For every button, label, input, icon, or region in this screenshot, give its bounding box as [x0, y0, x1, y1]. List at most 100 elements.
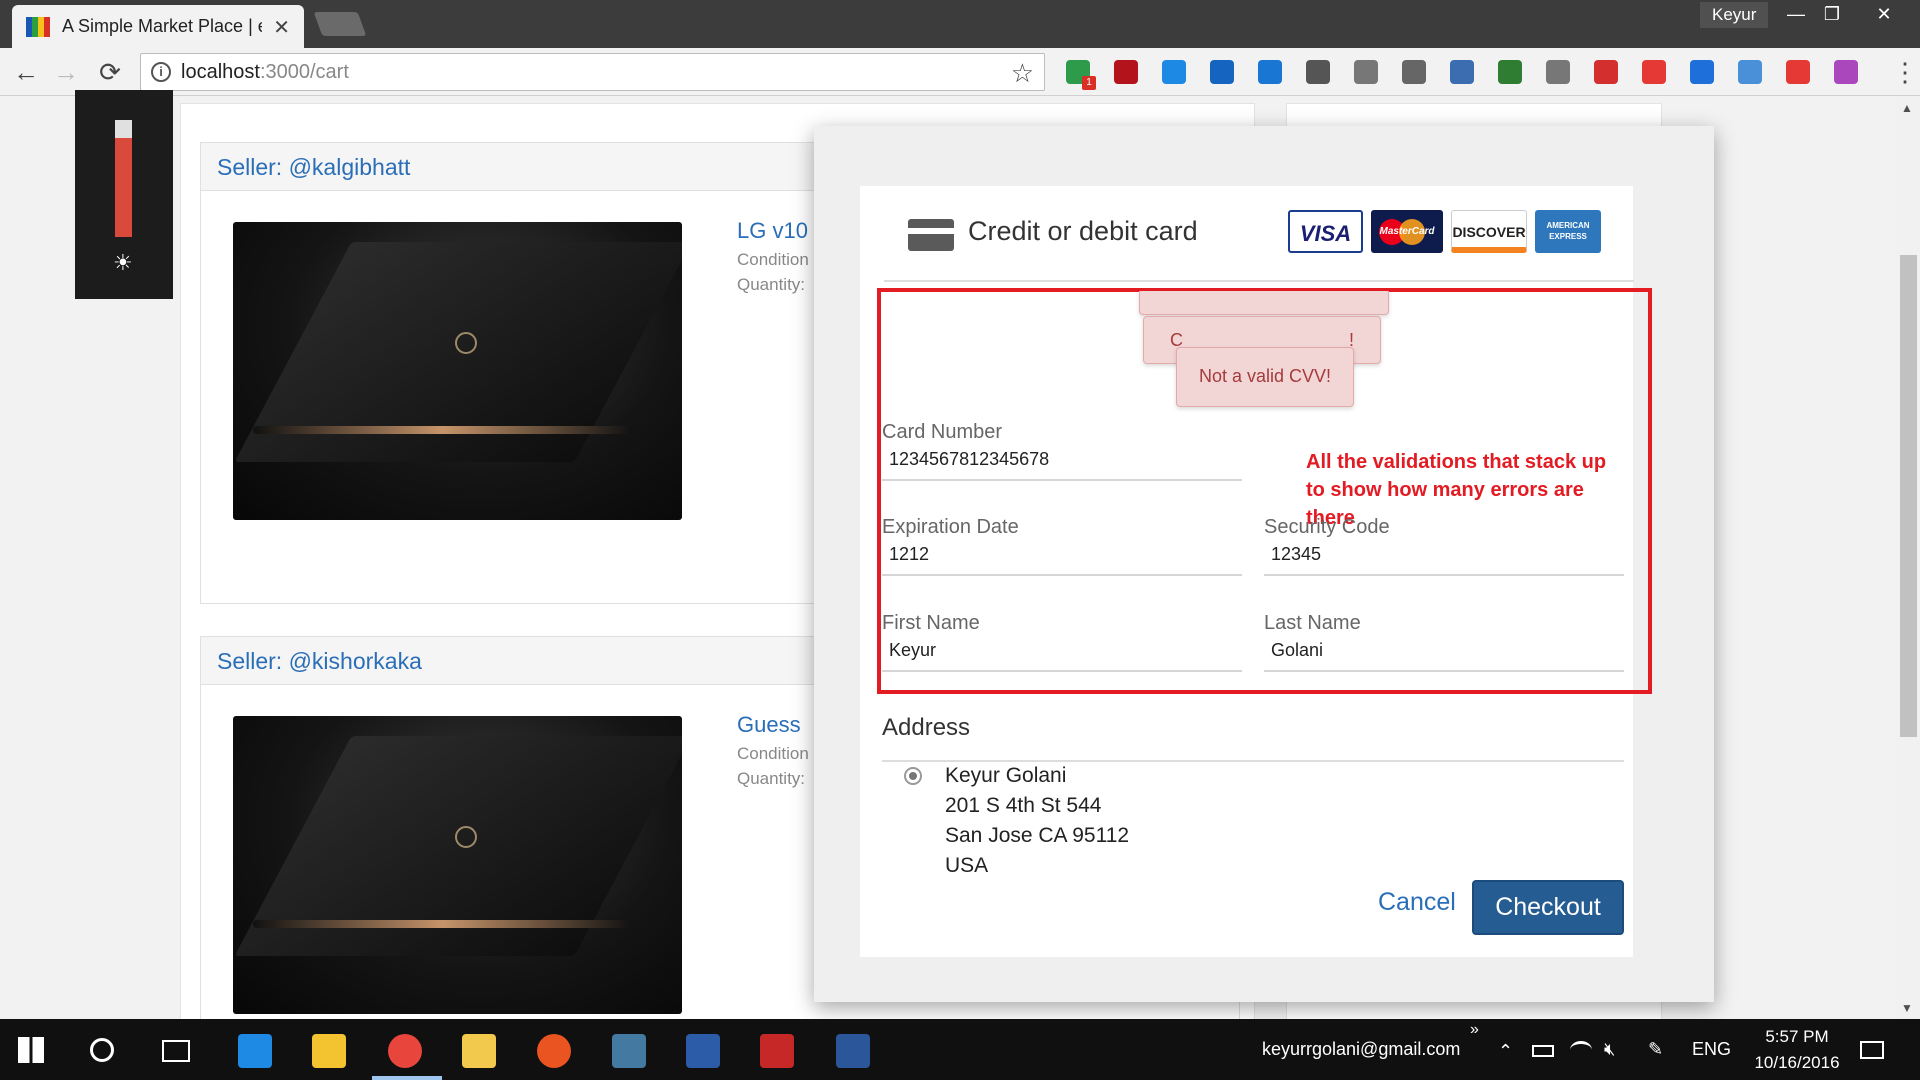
wifi-icon[interactable]	[1570, 1041, 1592, 1059]
address-line: 201 S 4th St 544	[945, 794, 1102, 817]
word-icon[interactable]	[836, 1034, 870, 1068]
card-number-input[interactable]: 1234567812345678	[889, 449, 1049, 470]
address-heading: Address	[882, 714, 971, 741]
shape-icon[interactable]	[1210, 60, 1234, 84]
bookmark-star-icon[interactable]: ☆	[1011, 58, 1034, 89]
tab-title: A Simple Market Place | e	[62, 16, 262, 36]
url-path: :3000/cart	[259, 61, 349, 83]
brightness-level	[115, 137, 132, 237]
address-line: USA	[945, 854, 989, 877]
notifications-icon[interactable]	[1860, 1041, 1884, 1059]
product-condition: Condition	[737, 744, 809, 763]
product-quantity: Quantity:	[737, 769, 806, 788]
minimize-button[interactable]: —	[1776, 0, 1816, 28]
address-bar[interactable]: i localhost:3000/cart ☆	[140, 53, 1045, 91]
window-close-button[interactable]: ✕	[1864, 0, 1904, 28]
acrobat-icon[interactable]	[760, 1034, 794, 1068]
security-code-input[interactable]: 12345	[1271, 544, 1321, 565]
toggle-icon[interactable]	[1738, 60, 1762, 84]
url-host: localhost	[181, 61, 260, 83]
address-radio[interactable]	[904, 767, 922, 785]
powershell-icon[interactable]	[686, 1034, 720, 1068]
shield-icon[interactable]	[1546, 60, 1570, 84]
star-badge-icon[interactable]	[1786, 60, 1810, 84]
windows-start-icon[interactable]	[18, 1037, 44, 1063]
first-name-underline	[882, 670, 1242, 672]
paint-icon[interactable]	[462, 1034, 496, 1068]
language-indicator[interactable]: ENG	[1692, 1039, 1731, 1060]
product-title[interactable]: LG v10	[737, 218, 808, 244]
last-name-label: Last Name	[1264, 612, 1361, 634]
header-divider	[884, 280, 1634, 282]
product-image[interactable]	[233, 222, 682, 520]
error-toast	[1139, 291, 1389, 315]
tray-email[interactable]: keyurrgolani@gmail.com	[1262, 1039, 1460, 1060]
restore-button[interactable]: ❐	[1812, 0, 1852, 28]
scroll-thumb[interactable]	[1900, 255, 1917, 737]
clock-time[interactable]: 5:57 PM	[1752, 1027, 1842, 1047]
angular-icon[interactable]	[1354, 60, 1378, 84]
ubuntu-icon[interactable]	[537, 1034, 571, 1068]
pen-tray-icon[interactable]: ✎	[1648, 1039, 1663, 1060]
browser-toolbar: ← → ⟳ i localhost:3000/cart ☆ 1 ⋮	[0, 48, 1920, 96]
page-scrollbar[interactable]: ▲ ▼	[1896, 97, 1920, 1019]
tab-close-icon[interactable]: ✕	[273, 15, 290, 40]
site-info-icon[interactable]: i	[151, 62, 171, 82]
last-name-underline	[1264, 670, 1624, 672]
chrome-menu-icon[interactable]: ⋮	[1892, 56, 1918, 88]
megaphone-icon[interactable]	[1258, 60, 1282, 84]
profile-button[interactable]: Keyur	[1700, 2, 1769, 28]
address-line: Keyur Golani	[945, 764, 1067, 787]
visa-logo: VISA	[1288, 210, 1363, 253]
forward-arrow-icon[interactable]: →	[50, 56, 82, 88]
acrobat-icon[interactable]	[1114, 60, 1138, 84]
product-image[interactable]	[233, 716, 682, 1014]
expiration-date-input[interactable]: 1212	[889, 544, 929, 565]
address-line: San Jose CA 95112	[945, 824, 1130, 847]
scroll-down-icon[interactable]: ▼	[1901, 1001, 1913, 1015]
font-icon[interactable]	[1402, 60, 1426, 84]
bookmark-icon[interactable]	[1594, 60, 1618, 84]
first-name-input[interactable]: Keyur	[889, 640, 936, 661]
product-title[interactable]: Guess	[737, 712, 801, 738]
color-wheel-icon[interactable]	[1834, 60, 1858, 84]
last-name-input[interactable]: Golani	[1271, 640, 1323, 661]
new-tab-button[interactable]	[313, 12, 367, 36]
file-explorer-icon[interactable]	[312, 1034, 346, 1068]
checkout-button[interactable]: Checkout	[1472, 880, 1624, 935]
task-view-icon[interactable]	[162, 1040, 190, 1062]
back-arrow-icon[interactable]: ←	[10, 56, 42, 88]
edge-icon[interactable]	[238, 1034, 272, 1068]
battery-icon[interactable]	[1532, 1045, 1554, 1057]
mysql-workbench-icon[interactable]	[612, 1034, 646, 1068]
clock-date[interactable]: 10/16/2016	[1744, 1053, 1850, 1073]
tray-overflow-icon[interactable]: ⌃	[1498, 1041, 1513, 1062]
window-icon[interactable]	[1450, 60, 1474, 84]
url-text: localhost:3000/cart	[181, 61, 349, 84]
brightness-sun-icon: ☀	[113, 250, 133, 275]
address-divider	[882, 760, 1624, 762]
payment-title: Credit or debit card	[968, 216, 1198, 246]
browser-tab[interactable]: A Simple Market Place | e ✕	[12, 5, 304, 48]
mastercard-label: MasterCard	[1379, 226, 1435, 237]
pen-icon[interactable]	[1306, 60, 1330, 84]
card-number-underline	[882, 479, 1242, 481]
cortana-icon[interactable]	[90, 1038, 114, 1062]
reload-icon[interactable]: ⟳	[94, 56, 126, 88]
mastercard-logo: MasterCard	[1371, 210, 1443, 253]
chrome-icon[interactable]	[388, 1034, 422, 1068]
marketplace-favicon-icon	[26, 16, 50, 37]
security-code-underline	[1264, 574, 1624, 576]
bookmark-manager-icon[interactable]	[1690, 60, 1714, 84]
layers-icon[interactable]	[1162, 60, 1186, 84]
volume-icon[interactable]: 🔇︎	[1604, 1039, 1615, 1060]
abp-icon[interactable]	[1642, 60, 1666, 84]
tray-chevron-icon[interactable]: »	[1470, 1021, 1479, 1039]
first-name-label: First Name	[882, 612, 980, 634]
brightness-slider[interactable]	[115, 120, 132, 237]
brightness-overlay: ☀	[75, 90, 173, 299]
bw-icon[interactable]	[1498, 60, 1522, 84]
cancel-button[interactable]: Cancel	[1378, 888, 1456, 917]
credit-card-icon	[908, 219, 954, 251]
scroll-up-icon[interactable]: ▲	[1901, 101, 1913, 115]
